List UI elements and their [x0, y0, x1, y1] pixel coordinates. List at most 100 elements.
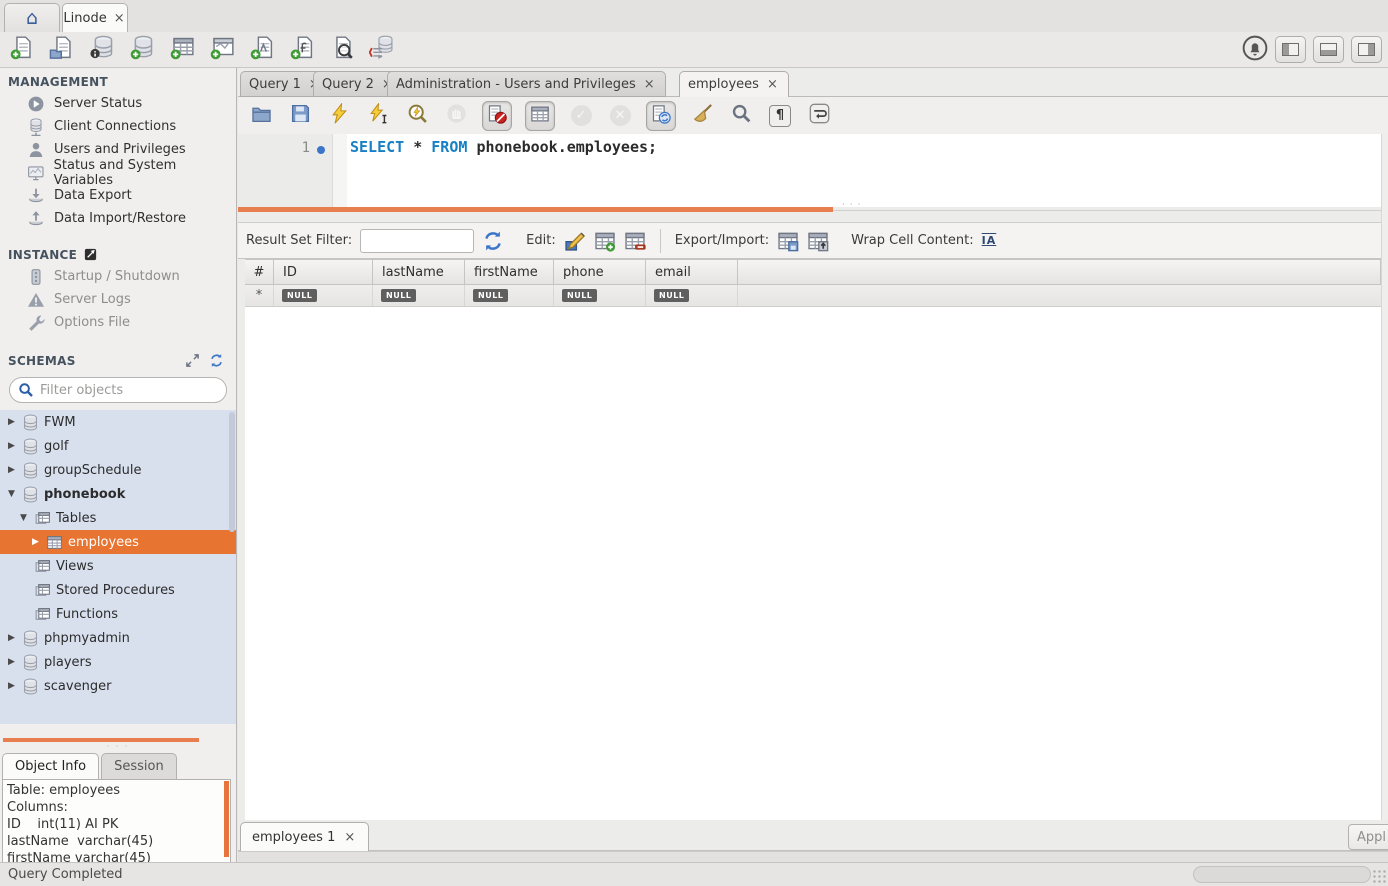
- chevron-right-icon[interactable]: ▶: [30, 537, 41, 547]
- horizontal-scrollbar-track[interactable]: [238, 851, 1388, 862]
- chevron-right-icon[interactable]: ▶: [6, 657, 17, 667]
- tree-item-functions[interactable]: Functions: [0, 602, 236, 626]
- table-row[interactable]: * NULL NULL NULL NULL NULL: [245, 285, 1381, 307]
- tree-item-phonebook[interactable]: ▼phonebook: [0, 482, 236, 506]
- beautify-script-button[interactable]: [689, 103, 715, 129]
- column-header-phone[interactable]: phone: [553, 260, 645, 284]
- sidebar-item-server-logs[interactable]: Server Logs: [0, 288, 236, 311]
- tree-item-scavenger[interactable]: ▶scavenger: [0, 674, 236, 698]
- tree-item-golf[interactable]: ▶golf: [0, 434, 236, 458]
- search-table-data-button[interactable]: [329, 37, 355, 63]
- tab-session[interactable]: Session: [101, 753, 177, 779]
- inspect-database-button[interactable]: [89, 37, 115, 63]
- execute-query-button[interactable]: [326, 103, 352, 129]
- splitter-grip-icon[interactable]: · · ·: [0, 742, 236, 751]
- toggle-secondary-sidebar-button[interactable]: [1351, 36, 1382, 63]
- wrap-cell-content-icon[interactable]: IA: [982, 234, 997, 247]
- cell-firstname[interactable]: NULL: [464, 285, 553, 306]
- schema-filter-input[interactable]: [40, 383, 218, 398]
- save-script-button[interactable]: [287, 103, 313, 129]
- column-header-firstname[interactable]: firstName: [464, 260, 553, 284]
- delete-row-icon[interactable]: [624, 230, 646, 252]
- refresh-schemas-icon[interactable]: [209, 353, 224, 368]
- chevron-right-icon[interactable]: ▶: [6, 681, 17, 691]
- execute-current-statement-button[interactable]: [365, 103, 391, 129]
- connection-tab-linode[interactable]: Linode ×: [62, 3, 128, 32]
- sql-editor[interactable]: 1 SELECT * FROM phonebook.employees;: [238, 134, 1381, 207]
- home-tab[interactable]: ⌂: [4, 3, 60, 32]
- horizontal-scrollbar-thumb[interactable]: [1193, 866, 1371, 883]
- tab-employees[interactable]: employees×: [679, 71, 789, 98]
- tree-scrollbar[interactable]: [229, 412, 235, 532]
- tree-item-tables[interactable]: ▼Tables: [0, 506, 236, 530]
- object-info-scrollbar[interactable]: [224, 781, 229, 857]
- column-header-lastname[interactable]: lastName: [372, 260, 464, 284]
- column-header-id[interactable]: ID: [273, 260, 372, 284]
- toggle-invisible-chars-button[interactable]: ¶: [767, 103, 793, 129]
- add-row-icon[interactable]: [594, 230, 616, 252]
- toggle-word-wrap-button[interactable]: [806, 103, 832, 129]
- sidebar-item-options-file[interactable]: Options File: [0, 311, 236, 334]
- tree-item-stored-procedures[interactable]: Stored Procedures: [0, 578, 236, 602]
- export-recordset-icon[interactable]: [777, 230, 799, 252]
- close-icon[interactable]: ×: [342, 830, 357, 845]
- sidebar-item-startup-shutdown[interactable]: Startup / Shutdown: [0, 265, 236, 288]
- cell-email[interactable]: NULL: [645, 285, 737, 306]
- find-button[interactable]: [728, 103, 754, 129]
- create-view-button[interactable]: [209, 37, 235, 63]
- open-script-button[interactable]: [248, 103, 274, 129]
- cell-lastname[interactable]: NULL: [372, 285, 464, 306]
- apply-button[interactable]: Appl: [1348, 824, 1388, 850]
- toggle-autocommit-button[interactable]: [646, 101, 676, 131]
- toggle-stop-on-error-button[interactable]: [482, 101, 512, 131]
- tree-item-employees[interactable]: ▶employees: [0, 530, 236, 554]
- chevron-down-icon[interactable]: ▼: [6, 489, 17, 499]
- create-schema-button[interactable]: [129, 37, 155, 63]
- tree-item-players[interactable]: ▶players: [0, 650, 236, 674]
- sidebar-item-system-variables[interactable]: Status and System Variables: [0, 161, 236, 184]
- tree-item-fwm[interactable]: ▶FWM: [0, 410, 236, 434]
- sidebar-item-server-status[interactable]: Server Status: [0, 92, 236, 115]
- result-set-filter-input[interactable]: [360, 229, 474, 253]
- close-icon[interactable]: ×: [765, 77, 780, 92]
- chevron-right-icon[interactable]: ▶: [6, 441, 17, 451]
- cell-phone[interactable]: NULL: [553, 285, 645, 306]
- vertical-scrollbar[interactable]: [1381, 134, 1388, 820]
- expand-schemas-icon[interactable]: [185, 353, 200, 368]
- column-header-rownum[interactable]: #: [245, 260, 273, 284]
- chevron-right-icon[interactable]: ▶: [6, 417, 17, 427]
- tab-object-info[interactable]: Object Info: [2, 753, 99, 779]
- result-grid-body[interactable]: [245, 307, 1381, 820]
- resize-grip-icon[interactable]: [1372, 869, 1386, 883]
- sql-code-line[interactable]: SELECT * FROM phonebook.employees;: [350, 138, 657, 156]
- import-records-icon[interactable]: [807, 230, 829, 252]
- notifications-icon[interactable]: [1242, 37, 1268, 63]
- column-header-email[interactable]: email: [645, 260, 737, 284]
- chevron-down-icon[interactable]: ▼: [18, 513, 29, 523]
- chevron-right-icon[interactable]: ▶: [6, 633, 17, 643]
- create-procedure-button[interactable]: [249, 37, 275, 63]
- toggle-limit-rows-button[interactable]: [525, 101, 555, 131]
- tab-administration-users[interactable]: Administration - Users and Privileges×: [387, 71, 666, 97]
- new-sql-tab-button[interactable]: [9, 37, 35, 63]
- refresh-results-icon[interactable]: [482, 230, 504, 252]
- close-icon[interactable]: ×: [112, 11, 127, 26]
- tab-result-employees-1[interactable]: employees 1×: [240, 822, 369, 851]
- explain-plan-button[interactable]: [404, 103, 430, 129]
- sidebar-item-data-import[interactable]: Data Import/Restore: [0, 207, 236, 230]
- tree-item-views[interactable]: Views: [0, 554, 236, 578]
- open-sql-script-button[interactable]: [49, 37, 75, 63]
- toggle-sidebar-button[interactable]: [1275, 36, 1306, 63]
- close-icon[interactable]: ×: [642, 77, 657, 92]
- cell-id[interactable]: NULL: [273, 285, 372, 306]
- tree-item-groupschedule[interactable]: ▶groupSchedule: [0, 458, 236, 482]
- edit-record-icon[interactable]: [564, 230, 586, 252]
- splitter-grip-icon[interactable]: · · ·: [842, 200, 861, 210]
- create-table-button[interactable]: [169, 37, 195, 63]
- sidebar-item-client-connections[interactable]: Client Connections: [0, 115, 236, 138]
- migration-wizard-button[interactable]: [369, 37, 395, 63]
- chevron-right-icon[interactable]: ▶: [6, 465, 17, 475]
- instance-config-icon[interactable]: [83, 247, 98, 262]
- tree-item-phpmyadmin[interactable]: ▶phpmyadmin: [0, 626, 236, 650]
- editor-result-splitter[interactable]: [238, 207, 833, 212]
